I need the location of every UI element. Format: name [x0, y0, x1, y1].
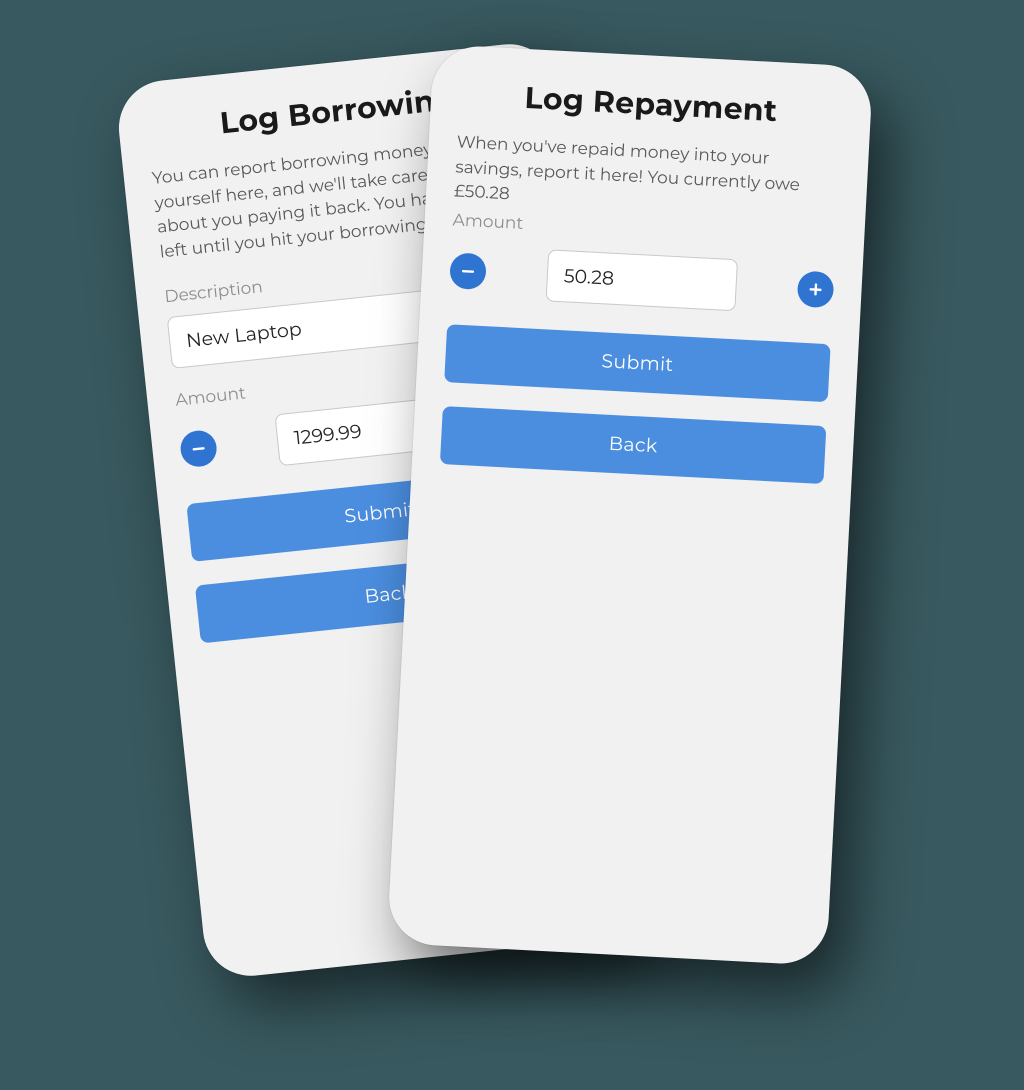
decrement-button[interactable] [179, 428, 219, 468]
increment-button[interactable] [797, 270, 835, 308]
phone-log-repayment: Log Repayment When you've repaid money i… [387, 44, 873, 966]
page-title: Log Repayment [458, 76, 843, 133]
submit-button[interactable]: Submit [444, 324, 831, 402]
amount-stepper [449, 244, 835, 316]
minus-icon [460, 263, 477, 280]
decrement-button[interactable] [449, 252, 487, 290]
plus-icon [807, 281, 824, 298]
intro-text: When you've repaid money into your savin… [453, 130, 840, 224]
amount-input[interactable] [546, 249, 738, 311]
minus-icon [190, 439, 208, 457]
back-button[interactable]: Back [440, 406, 827, 484]
